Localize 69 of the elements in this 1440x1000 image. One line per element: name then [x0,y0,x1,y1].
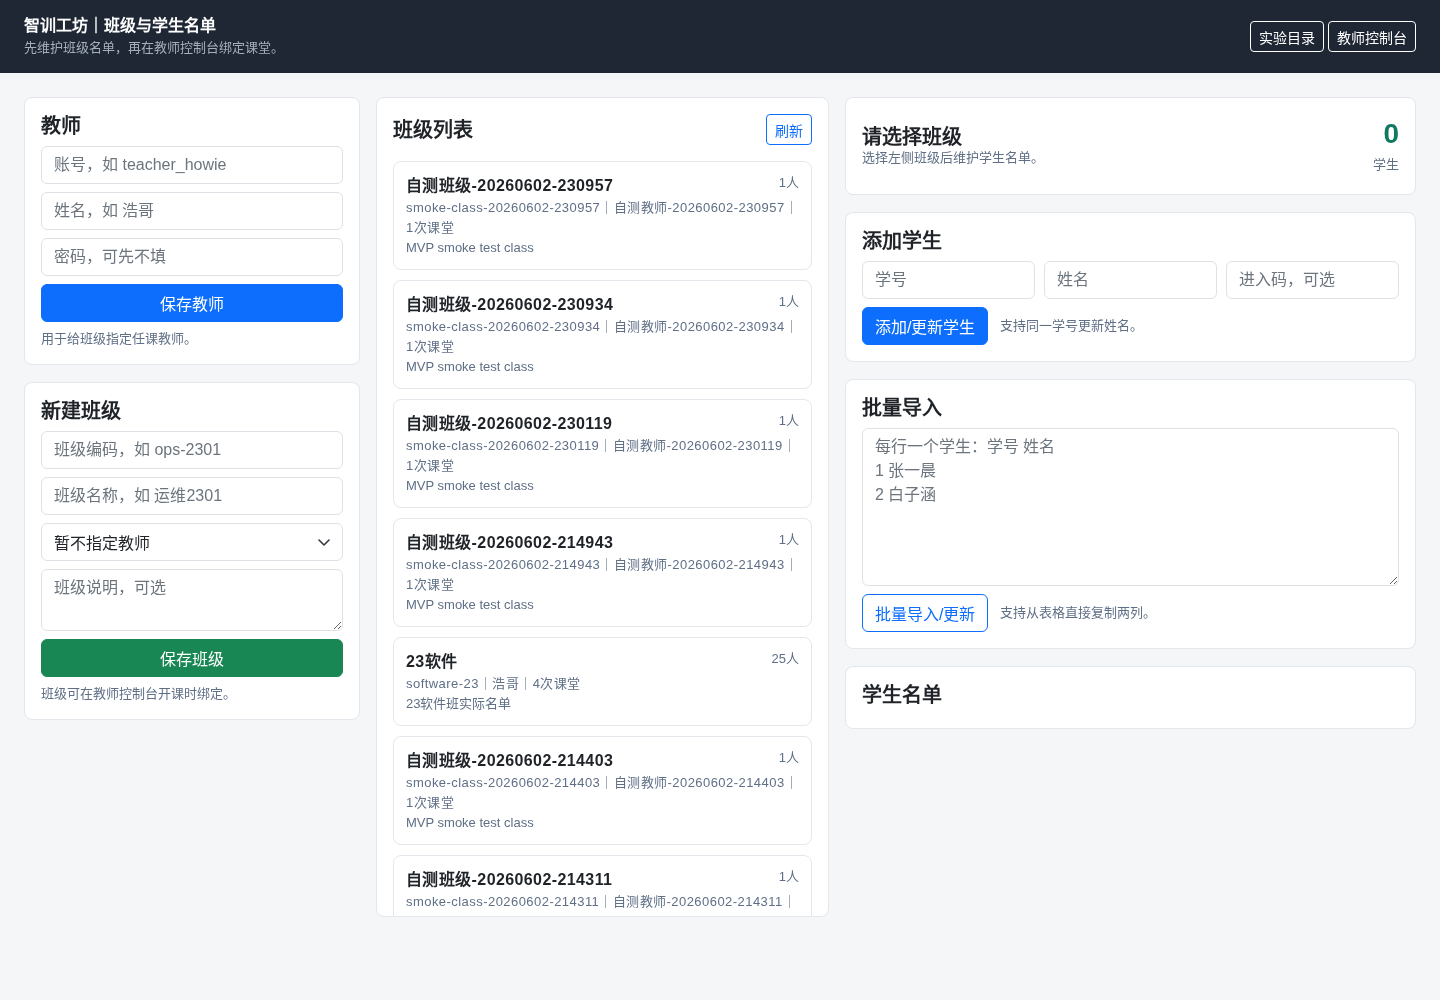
class-card[interactable]: 自测班级-20260602-230119 1人 smoke-class-20260602-230119｜自测教师-20260602-230119｜1次课堂 MVP smoke test class [393,399,812,508]
class-description: MVP smoke test class [406,814,535,832]
input-field[interactable]: 姓名，如 浩哥 [41,192,343,230]
save-class-button[interactable]: 保存班级 [41,639,343,677]
add-student-button[interactable]: 添加/更新学生 [862,307,989,345]
panel-title: 学生名单 [862,683,943,707]
input-field[interactable]: 进入码，可选 [1226,261,1399,299]
panel-title: 新建班级 [41,399,122,423]
input-field[interactable]: 学号 [862,261,1035,299]
input-field[interactable]: 姓名 [1044,261,1217,299]
class-name: 自测班级-20260602-230934 [406,294,614,315]
class-meta: smoke-class-20260602-214943｜自测教师-20260602-214943｜1次课堂 [406,556,799,594]
class-card[interactable]: 自测班级-20260602-214943 1人 smoke-class-20260602-214943｜自测教师-20260602-214943｜1次课堂 MVP smoke test class [393,518,812,627]
class-card[interactable]: 自测班级-20260602-214311 1人 smoke-class-20260602-214311｜自测教师-20260602-214311｜ [393,855,812,916]
hint-text: 用于给班级指定任课教师。 [41,330,198,348]
class-description: 23软件班实际名单 [406,695,513,713]
page-subtitle: 先维护班级名单，再在教师控制台绑定课堂。 [24,39,284,57]
nav-button[interactable]: 教师控制台 [1328,21,1416,52]
class-meta: smoke-class-20260602-230957｜自测教师-20260602-230957｜1次课堂 [406,199,799,237]
panel-title: 添加学生 [862,229,943,253]
description-field[interactable]: 班级说明，可选 [41,569,343,631]
student-count: 1人 [778,531,799,549]
panel-title: 班级列表 [393,117,473,142]
class-name: 自测班级-20260602-214943 [406,532,614,553]
refresh-button[interactable]: 刷新 [766,114,812,145]
hint-text: 支持从表格直接复制两列。 [1000,604,1157,622]
student-count: 1人 [778,868,799,886]
hint-text: 班级可在教师控制台开课时绑定。 [41,685,237,703]
bulk-import-button[interactable]: 批量导入/更新 [862,594,989,632]
class-description: MVP smoke test class [406,477,535,495]
class-name: 自测班级-20260602-230957 [406,175,614,196]
class-description: MVP smoke test class [406,358,535,376]
app-title: 智训工坊｜班级与学生名单 [24,16,217,36]
input-field[interactable]: 密码，可先不填 [41,238,343,276]
input-field[interactable]: 账号，如 teacher_howie [41,146,343,184]
selection-title: 请选择班级 [862,125,963,149]
class-card[interactable]: 23软件 25人 software-23｜浩哥｜4次课堂 23软件班实际名单 [393,637,812,726]
class-description: MVP smoke test class [406,239,535,257]
student-count-number: 0 [1383,118,1399,150]
class-name: 自测班级-20260602-214403 [406,750,614,771]
class-card[interactable]: 自测班级-20260602-214403 1人 smoke-class-20260602-214403｜自测教师-20260602-214403｜1次课堂 MVP smoke test class [393,736,812,845]
class-meta: smoke-class-20260602-230934｜自测教师-20260602-230934｜1次课堂 [406,318,799,356]
class-meta: smoke-class-20260602-230119｜自测教师-20260602-230119｜1次课堂 [406,437,798,475]
student-count: 25人 [771,650,799,668]
class-name: 自测班级-20260602-230119 [406,413,613,434]
student-count: 1人 [778,412,799,430]
save-teacher-button[interactable]: 保存教师 [41,284,343,322]
class-card[interactable]: 自测班级-20260602-230934 1人 smoke-class-20260602-230934｜自测教师-20260602-230934｜1次课堂 MVP smoke test class [393,280,812,389]
panel-title: 批量导入 [862,396,943,420]
class-name: 自测班级-20260602-214311 [406,869,613,890]
chevron-down-icon [318,538,330,546]
student-count: 1人 [778,174,799,192]
count-label: 学生 [1373,156,1399,174]
class-card[interactable]: 自测班级-20260602-230957 1人 smoke-class-20260602-230957｜自测教师-20260602-230957｜1次课堂 MVP smoke test class [393,161,812,270]
student-count: 1人 [778,749,799,767]
class-meta: smoke-class-20260602-214311｜自测教师-20260602-214311｜ [406,893,798,911]
class-name: 23软件 [406,652,458,672]
student-count: 1人 [778,293,799,311]
class-meta: software-23｜浩哥｜4次课堂 [406,675,582,693]
bulk-import-field[interactable]: 每行一个学生：学号 姓名 1 张一晨 2 白子涵 [862,428,1399,586]
selection-subtitle: 选择左侧班级后维护学生名单。 [862,149,1044,167]
input-field[interactable]: 班级编码，如 ops-2301 [41,431,343,469]
panel-title: 教师 [41,114,82,138]
class-description: MVP smoke test class [406,596,535,614]
class-meta: smoke-class-20260602-214403｜自测教师-20260602-214403｜1次课堂 [406,774,799,812]
hint-text: 支持同一学号更新姓名。 [1000,317,1144,335]
teacher-select[interactable]: 暂不指定教师 [41,523,343,561]
nav-button[interactable]: 实验目录 [1250,21,1324,52]
input-field[interactable]: 班级名称，如 运维2301 [41,477,343,515]
